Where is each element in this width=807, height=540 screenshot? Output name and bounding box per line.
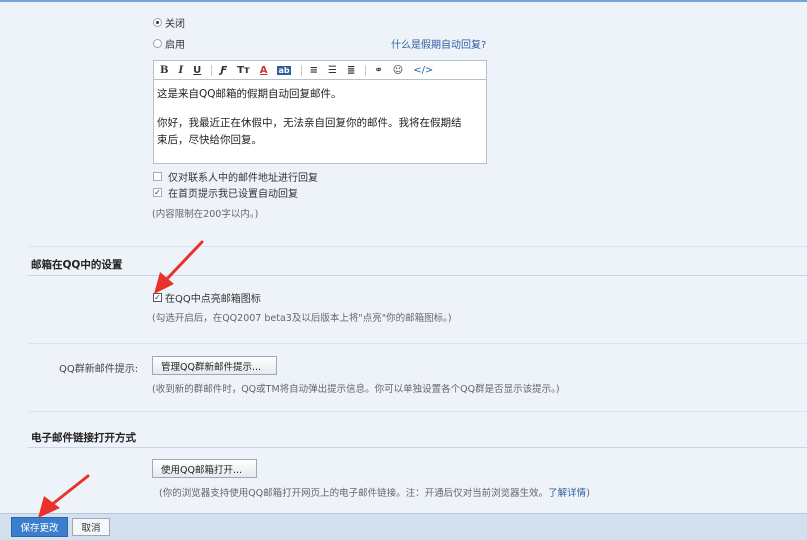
toolbar-separator — [365, 64, 367, 76]
link-open-title: 电子邮件链接打开方式 — [31, 432, 136, 444]
bg-color-icon[interactable]: ab — [277, 65, 291, 75]
auto-reply-help-link[interactable]: 什么是假期自动回复? — [391, 36, 486, 51]
font-color-icon[interactable]: A — [260, 65, 268, 76]
editor-toolbar: B I U Ƒ Tт A ab ≡ ☰ ≣ ⚭ ☺ </> — [153, 60, 487, 80]
top-border — [0, 0, 807, 2]
underline-button[interactable]: U — [193, 65, 201, 76]
code-icon[interactable]: </> — [413, 65, 433, 76]
list-icon[interactable]: ☰ — [328, 65, 337, 76]
link-open-note-text: (你的浏览器支持使用QQ邮箱打开网页上的电子邮件链接。注：开通后仅对当前浏览器生… — [159, 488, 549, 499]
italic-button[interactable]: I — [178, 65, 183, 76]
only-contacts-checkbox[interactable] — [153, 172, 162, 181]
only-contacts-label: 仅对联系人中的邮件地址进行回复 — [168, 173, 318, 184]
link-open-note: (你的浏览器支持使用QQ邮箱打开网页上的电子邮件链接。注：开通后仅对当前浏览器生… — [159, 485, 590, 499]
auto-reply-editor[interactable]: 这是来自QQ邮箱的假期自动回复邮件。 你好，我最近正在休假中，无法亲自回复你的邮… — [153, 80, 487, 164]
group-mail-note: (收到新的群邮件时，QQ或TM将自动弹出提示信息。你可以单独设置各个QQ群是否显… — [152, 384, 560, 395]
footer-bar — [0, 513, 807, 540]
qq-settings-title: 邮箱在QQ中的设置 — [31, 259, 123, 271]
home-tip-checkbox[interactable]: ✓ — [153, 188, 162, 197]
auto-reply-on-radio[interactable] — [153, 39, 162, 48]
auto-reply-off-option[interactable]: 关闭 — [153, 15, 185, 30]
toolbar-separator — [211, 64, 213, 76]
font-icon[interactable]: Ƒ — [220, 65, 227, 76]
align-icon[interactable]: ≡ — [310, 65, 318, 76]
learn-more-link[interactable]: 了解详情 — [548, 488, 586, 499]
annotation-arrow-icon — [38, 474, 90, 518]
divider — [28, 343, 807, 344]
emoji-icon[interactable]: ☺ — [393, 65, 403, 76]
light-icon-note: (勾选开启后，在QQ2007 beta3及以后版本上将"点亮"你的邮箱图标。) — [152, 313, 452, 324]
content-limit-note: (内容限制在200字以内。) — [152, 209, 259, 220]
editor-line: 束后，尽快给你回复。 — [157, 134, 262, 146]
manage-group-mail-button[interactable]: 管理QQ群新邮件提示... — [152, 356, 277, 375]
bold-button[interactable]: B — [160, 65, 168, 76]
auto-reply-on-option[interactable]: 启用 — [153, 36, 185, 51]
annotation-arrow-icon — [154, 240, 204, 294]
link-open-note-close: ) — [586, 488, 590, 499]
link-icon[interactable]: ⚭ — [374, 65, 382, 76]
editor-line: 你好，我最近正在休假中，无法亲自回复你的邮件。我将在假期结 — [157, 117, 462, 129]
auto-reply-off-label: 关闭 — [165, 19, 185, 30]
divider — [28, 411, 807, 412]
home-tip-option[interactable]: ✓ 在首页提示我已设置自动回复 — [153, 185, 298, 200]
group-mail-label: QQ群新邮件提示: — [59, 364, 139, 375]
editor-line: 这是来自QQ邮箱的假期自动回复邮件。 — [157, 88, 342, 100]
auto-reply-off-radio[interactable] — [153, 18, 162, 27]
auto-reply-on-label: 启用 — [165, 40, 185, 51]
only-contacts-option[interactable]: 仅对联系人中的邮件地址进行回复 — [153, 169, 318, 184]
toolbar-separator — [300, 64, 302, 76]
indent-icon[interactable]: ≣ — [347, 65, 355, 76]
divider — [28, 447, 807, 448]
use-qq-mail-button[interactable]: 使用QQ邮箱打开... — [152, 459, 257, 478]
home-tip-label: 在首页提示我已设置自动回复 — [168, 189, 298, 200]
font-size-icon[interactable]: Tт — [237, 65, 250, 76]
